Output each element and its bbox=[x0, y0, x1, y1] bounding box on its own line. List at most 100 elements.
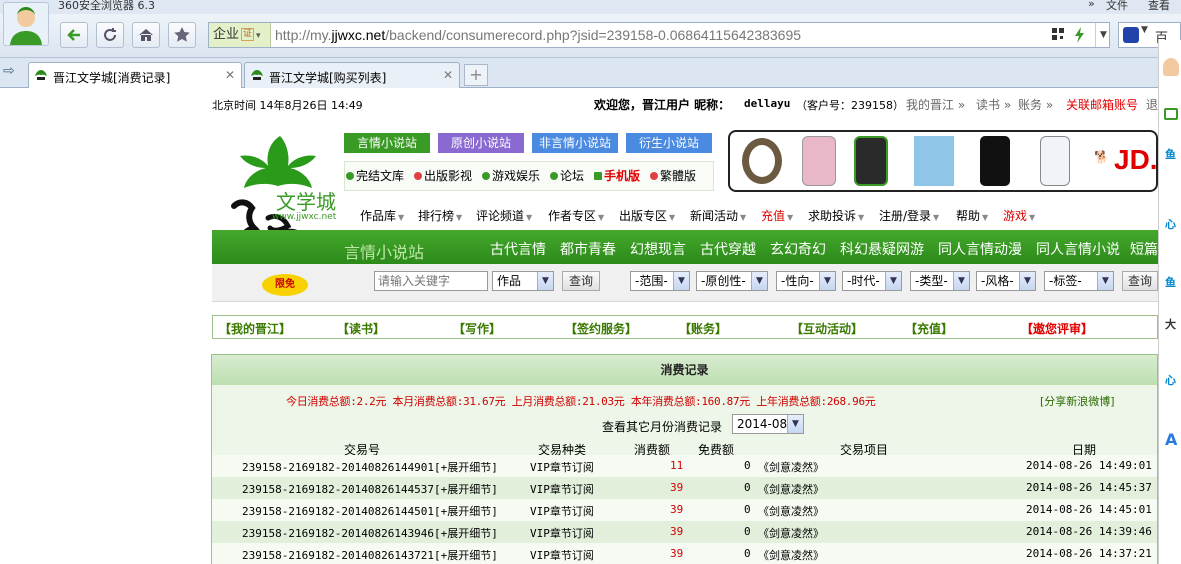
link-read[interactable]: 读书 » bbox=[976, 96, 1011, 113]
transaction-item[interactable]: 《剑意凌然》 bbox=[758, 525, 824, 541]
link-reading-section[interactable]: 【读书】 bbox=[337, 320, 385, 337]
search-type-select[interactable]: 作品 ▼ bbox=[492, 271, 554, 291]
free-badge[interactable]: 限免 bbox=[262, 274, 308, 296]
link-activities[interactable]: 【互动活动】 bbox=[791, 320, 863, 337]
filter-search-button[interactable]: 查询 bbox=[1122, 271, 1158, 291]
home-icon[interactable] bbox=[132, 22, 160, 48]
link-mobile[interactable]: 手机版 bbox=[594, 167, 640, 184]
chevron-right-icon[interactable]: » bbox=[1088, 0, 1095, 10]
menu-authors[interactable]: 作者专区 ▼ bbox=[548, 207, 604, 224]
link-my-jjwxc-section[interactable]: 【我的晋江】 bbox=[219, 320, 291, 337]
refresh-icon[interactable] bbox=[96, 22, 124, 48]
menu-library[interactable]: 作品库 ▼ bbox=[360, 207, 404, 224]
address-bar[interactable]: 企业证 ▾ http://my.jjwxc.net/backend/consume… bbox=[208, 22, 1110, 48]
sidebar-snippet[interactable]: 鱼 bbox=[1165, 146, 1176, 162]
user-avatar-icon[interactable] bbox=[1163, 58, 1179, 76]
filter-originality-select[interactable]: -原创性- ▼ bbox=[696, 271, 768, 291]
filter-style-select[interactable]: -风格- ▼ bbox=[976, 271, 1036, 291]
url-text[interactable]: http://my.jjwxc.net/backend/consumerecor… bbox=[275, 23, 801, 47]
link-accounts-section[interactable]: 【账务】 bbox=[679, 320, 727, 337]
filter-orientation-select[interactable]: -性向- ▼ bbox=[776, 271, 836, 291]
back-icon[interactable] bbox=[60, 22, 88, 48]
site-button-non-romance[interactable]: 非言情小说站 bbox=[532, 133, 618, 153]
link-forum[interactable]: 论坛 bbox=[550, 167, 584, 184]
menu-view[interactable]: 查看 bbox=[1148, 0, 1170, 13]
filter-era-select[interactable]: -时代- ▼ bbox=[842, 271, 902, 291]
search-button[interactable]: 查询 bbox=[562, 271, 600, 291]
menu-help-complaint[interactable]: 求助投诉 ▼ bbox=[808, 207, 864, 224]
transaction-item[interactable]: 《剑意凌然》 bbox=[758, 503, 824, 519]
logo-site-name: 文学城 bbox=[276, 190, 336, 214]
link-writing-section[interactable]: 【写作】 bbox=[453, 320, 501, 337]
ad-banner[interactable]: 🐕 JD. bbox=[728, 130, 1158, 192]
favorite-star-icon[interactable] bbox=[168, 22, 196, 48]
channel-fanfic-novel[interactable]: 同人言情小说 bbox=[1036, 239, 1120, 259]
chat-icon[interactable] bbox=[1164, 108, 1178, 120]
menu-register-login[interactable]: 注册/登录 ▼ bbox=[879, 207, 939, 224]
link-completed[interactable]: 完结文库 bbox=[346, 167, 404, 184]
link-logout[interactable]: 退 bbox=[1146, 96, 1158, 113]
menu-rankings[interactable]: 排行榜 ▼ bbox=[418, 207, 462, 224]
link-bind-email[interactable]: 关联邮箱账号 bbox=[1066, 96, 1138, 113]
search-input[interactable] bbox=[374, 271, 488, 291]
channel-scifi[interactable]: 科幻悬疑网游 bbox=[840, 239, 924, 259]
transaction-item[interactable]: 《剑意凌然》 bbox=[758, 459, 824, 475]
month-select[interactable]: 2014-08 ▼ bbox=[732, 414, 804, 434]
sidebar-snippet[interactable]: 心 bbox=[1165, 372, 1176, 388]
channel-short[interactable]: 短篇 bbox=[1130, 239, 1158, 259]
qr-code-icon[interactable] bbox=[1051, 27, 1065, 44]
link-traditional[interactable]: 繁體版 bbox=[650, 167, 696, 184]
link-recharge-section[interactable]: 【充值】 bbox=[905, 320, 953, 337]
share-weibo-link[interactable]: [分享新浪微博] bbox=[1040, 393, 1115, 409]
avatar[interactable] bbox=[3, 2, 49, 46]
transaction-item[interactable]: 《剑意凌然》 bbox=[758, 547, 824, 563]
link-publishing[interactable]: 出版影视 bbox=[414, 167, 472, 184]
link-account[interactable]: 账务 » bbox=[1018, 96, 1053, 113]
new-tab-button[interactable]: + bbox=[464, 64, 488, 86]
menu-publishing[interactable]: 出版专区 ▼ bbox=[619, 207, 675, 224]
close-icon[interactable]: ✕ bbox=[443, 68, 453, 82]
site-button-derivative[interactable]: 衍生小说站 bbox=[626, 133, 712, 153]
channel-ancient-romance[interactable]: 古代言情 bbox=[490, 239, 546, 259]
menu-games[interactable]: 游戏 ▼ bbox=[1003, 207, 1035, 224]
filter-genre-select[interactable]: -类型- ▼ bbox=[910, 271, 970, 291]
channel-time-travel[interactable]: 古代穿越 bbox=[700, 239, 756, 259]
link-games[interactable]: 游戏娱乐 bbox=[482, 167, 540, 184]
channel-xuanhuan[interactable]: 玄幻奇幻 bbox=[770, 239, 826, 259]
site-button-romance[interactable]: 言情小说站 bbox=[344, 133, 430, 153]
transaction-item[interactable]: 《剑意凌然》 bbox=[758, 481, 824, 497]
filter-tag-select[interactable]: -标签- ▼ bbox=[1044, 271, 1114, 291]
sidebar-toggle-icon[interactable]: ⇨ bbox=[3, 63, 15, 79]
enterprise-cert-badge[interactable]: 企业证 ▾ bbox=[209, 23, 271, 47]
channel-fantasy-modern[interactable]: 幻想现言 bbox=[630, 239, 686, 259]
chevron-down-icon[interactable]: ▾ bbox=[256, 31, 261, 41]
menu-file[interactable]: 文件 bbox=[1106, 0, 1128, 13]
channel-urban[interactable]: 都市青春 bbox=[560, 239, 616, 259]
sidebar-snippet[interactable]: 鱼 bbox=[1165, 274, 1176, 290]
tab-purchase-list[interactable]: 晋江文学城[购买列表] ✕ bbox=[244, 62, 460, 88]
link-contract-service[interactable]: 【签约服务】 bbox=[565, 320, 637, 337]
close-icon[interactable]: ✕ bbox=[225, 68, 235, 82]
transaction-id[interactable]: 239158-2169182-20140826144537[+展开细节] bbox=[242, 481, 498, 497]
link-my-jjwxc[interactable]: 我的晋江 » bbox=[906, 96, 965, 113]
filter-range-select[interactable]: -范围- ▼ bbox=[630, 271, 690, 291]
transaction-id[interactable]: 239158-2169182-20140826144501[+展开细节] bbox=[242, 503, 498, 519]
link-review-invite[interactable]: 【遨您评审】 bbox=[1021, 320, 1093, 337]
sidebar-snippet[interactable]: A bbox=[1165, 430, 1177, 449]
site-button-original[interactable]: 原创小说站 bbox=[438, 133, 524, 153]
menu-news[interactable]: 新闻活动 ▼ bbox=[690, 207, 746, 224]
transaction-id[interactable]: 239158-2169182-20140826143721[+展开细节] bbox=[242, 547, 498, 563]
menu-help[interactable]: 帮助 ▼ bbox=[956, 207, 988, 224]
menu-reviews[interactable]: 评论频道 ▼ bbox=[476, 207, 532, 224]
sidebar-snippet[interactable]: 心 bbox=[1165, 216, 1176, 232]
url-dropdown-icon[interactable]: ▼ bbox=[1095, 23, 1111, 47]
lightning-icon[interactable] bbox=[1073, 27, 1087, 46]
tab-consume-record[interactable]: 晋江文学城[消费记录] ✕ bbox=[28, 62, 242, 88]
transaction-date: 2014-08-26 14:45:01 bbox=[1026, 503, 1152, 516]
menu-recharge[interactable]: 充值 ▼ bbox=[761, 207, 793, 224]
transaction-id[interactable]: 239158-2169182-20140826143946[+展开细节] bbox=[242, 525, 498, 541]
transaction-id[interactable]: 239158-2169182-20140826144901[+展开细节] bbox=[242, 459, 498, 475]
channel-fanfic-anime[interactable]: 同人言情动漫 bbox=[938, 239, 1022, 259]
sidebar-snippet[interactable]: 大 bbox=[1165, 316, 1176, 332]
chevron-down-icon[interactable]: ▼ bbox=[1141, 25, 1148, 35]
